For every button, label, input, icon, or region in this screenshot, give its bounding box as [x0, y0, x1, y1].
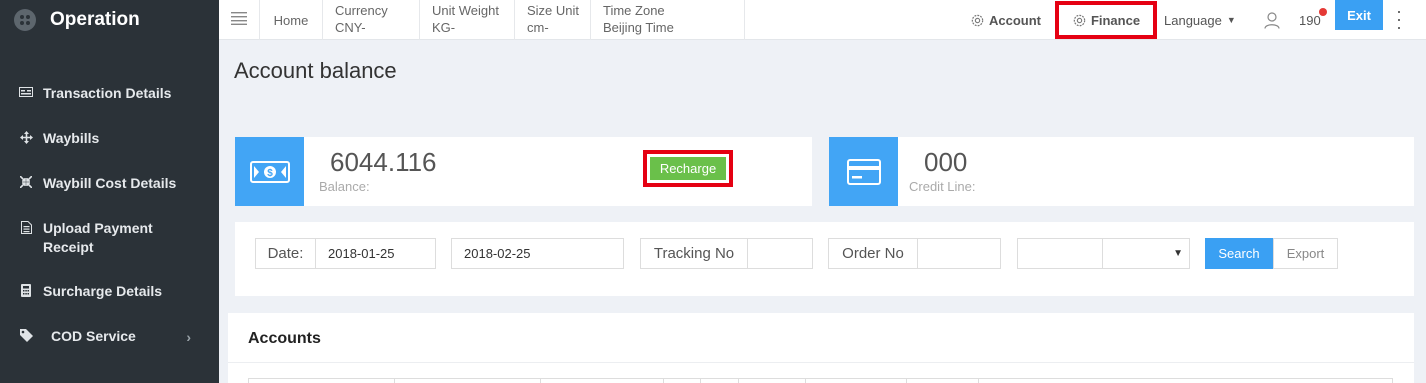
balance-label: Balance:: [319, 179, 370, 194]
sidebar-item-label: COD Service: [51, 328, 136, 344]
credit-label: Credit Line:: [909, 179, 976, 194]
gear-icon: [1072, 13, 1087, 28]
recharge-highlight: Recharge: [643, 150, 733, 187]
hamburger-icon: [231, 12, 247, 28]
user-menu[interactable]: [1264, 0, 1280, 40]
home-link[interactable]: Home: [260, 0, 323, 40]
size-unit-value: cm-: [527, 20, 549, 35]
recharge-button[interactable]: Recharge: [650, 157, 726, 180]
sidebar-item-upload-payment-receipt[interactable]: Upload Payment Receipt: [0, 219, 219, 257]
filter-value-select[interactable]: ▼: [1102, 238, 1190, 269]
sidebar-item-label: Transaction Details: [43, 85, 172, 101]
timezone-value: Beijing Time: [603, 20, 674, 35]
accounts-panel: Accounts: [228, 313, 1414, 383]
gear-icon: [970, 13, 985, 28]
search-button[interactable]: Search: [1205, 238, 1273, 269]
table-column: [978, 379, 979, 383]
user-number[interactable]: 190: [1299, 0, 1321, 40]
user-icon: [1264, 11, 1280, 29]
tag-icon: [19, 328, 33, 342]
date-to-input[interactable]: [451, 238, 624, 269]
table-column: [738, 379, 739, 383]
sidebar-item-transaction-details[interactable]: Transaction Details: [0, 84, 219, 103]
export-button[interactable]: Export: [1273, 238, 1338, 269]
scrollbar[interactable]: [1422, 40, 1426, 383]
tracking-no-label: Tracking No: [640, 238, 748, 269]
grid-icon: [14, 9, 36, 31]
credit-value: 000: [924, 147, 968, 177]
sidebar: Operation Transaction Details Waybills W…: [0, 0, 219, 383]
move-icon: [19, 130, 33, 144]
size-unit-selector[interactable]: Size Unit cm-: [515, 0, 591, 40]
table-column: [394, 379, 395, 383]
date-label: Date:: [255, 238, 316, 269]
unit-weight-selector[interactable]: Unit Weight KG-: [420, 0, 515, 40]
balance-value: 6044.116: [330, 147, 437, 177]
table-column: [1392, 379, 1393, 383]
finance-menu[interactable]: Finance: [1055, 1, 1157, 39]
notification-badge: [1319, 8, 1327, 16]
size-unit-label: Size Unit: [527, 3, 580, 18]
top-bar: Home Currency CNY- Unit Weight KG- Size …: [219, 0, 1426, 40]
unit-weight-value: KG-: [432, 20, 456, 35]
account-label: Account: [989, 12, 1041, 28]
svg-text:$: $: [267, 168, 273, 179]
caret-down-icon: ▼: [1226, 15, 1236, 25]
tracking-no-input[interactable]: [747, 238, 813, 269]
compress-icon: [19, 175, 33, 189]
sidebar-item-label: Waybills: [43, 130, 100, 146]
money-icon: $: [235, 137, 304, 206]
order-no-input[interactable]: [917, 238, 1001, 269]
accounts-title: Accounts: [248, 330, 321, 347]
date-from-input[interactable]: [315, 238, 436, 269]
more-vertical-icon[interactable]: · · ·: [1395, 2, 1403, 36]
caret-down-icon: ▼: [1173, 248, 1183, 259]
finance-label: Finance: [1090, 12, 1141, 28]
sidebar-item-surcharge-details[interactable]: Surcharge Details: [0, 282, 219, 301]
credit-card: 000 Credit Line:: [829, 137, 1414, 206]
filter-type-select[interactable]: [1017, 238, 1103, 269]
timezone-selector[interactable]: Time Zone Beijing Time: [591, 0, 745, 40]
currency-label: Currency: [335, 3, 388, 18]
language-dropdown[interactable]: Language ▼: [1164, 0, 1236, 40]
table-column: [248, 379, 249, 383]
sidebar-item-label: Surcharge Details: [43, 283, 163, 299]
sidebar-item-label: Upload Payment Receipt: [43, 220, 153, 255]
sidebar-item-label: Waybill Cost Details: [43, 175, 177, 191]
table-column: [540, 379, 541, 383]
menu-toggle-button[interactable]: [219, 0, 260, 40]
divider: [228, 362, 1414, 363]
page-title: Account balance: [234, 58, 397, 83]
card-icon: [19, 85, 33, 99]
table-column: [906, 379, 907, 383]
sidebar-item-cod-service[interactable]: COD Service ›: [0, 327, 219, 346]
unit-weight-label: Unit Weight: [432, 3, 499, 18]
brand: Operation: [0, 0, 219, 40]
currency-selector[interactable]: Currency CNY-: [323, 0, 420, 40]
app-title: Operation: [50, 9, 140, 30]
sidebar-item-waybill-cost-details[interactable]: Waybill Cost Details: [0, 174, 219, 193]
table-column: [805, 379, 806, 383]
table-column: [700, 379, 701, 383]
accounts-table-header: [248, 378, 1393, 383]
currency-value: CNY-: [335, 20, 366, 35]
table-column: [663, 379, 664, 383]
order-no-label: Order No: [828, 238, 918, 269]
calculator-icon: [19, 283, 33, 297]
sidebar-item-waybills[interactable]: Waybills: [0, 129, 219, 148]
file-icon: [19, 220, 33, 234]
account-menu[interactable]: Account: [970, 0, 1041, 40]
credit-card-icon: [829, 137, 898, 206]
language-label: Language: [1164, 12, 1222, 28]
timezone-label: Time Zone: [603, 3, 665, 18]
exit-button[interactable]: Exit: [1335, 0, 1383, 30]
chevron-right-icon: ›: [186, 329, 191, 345]
